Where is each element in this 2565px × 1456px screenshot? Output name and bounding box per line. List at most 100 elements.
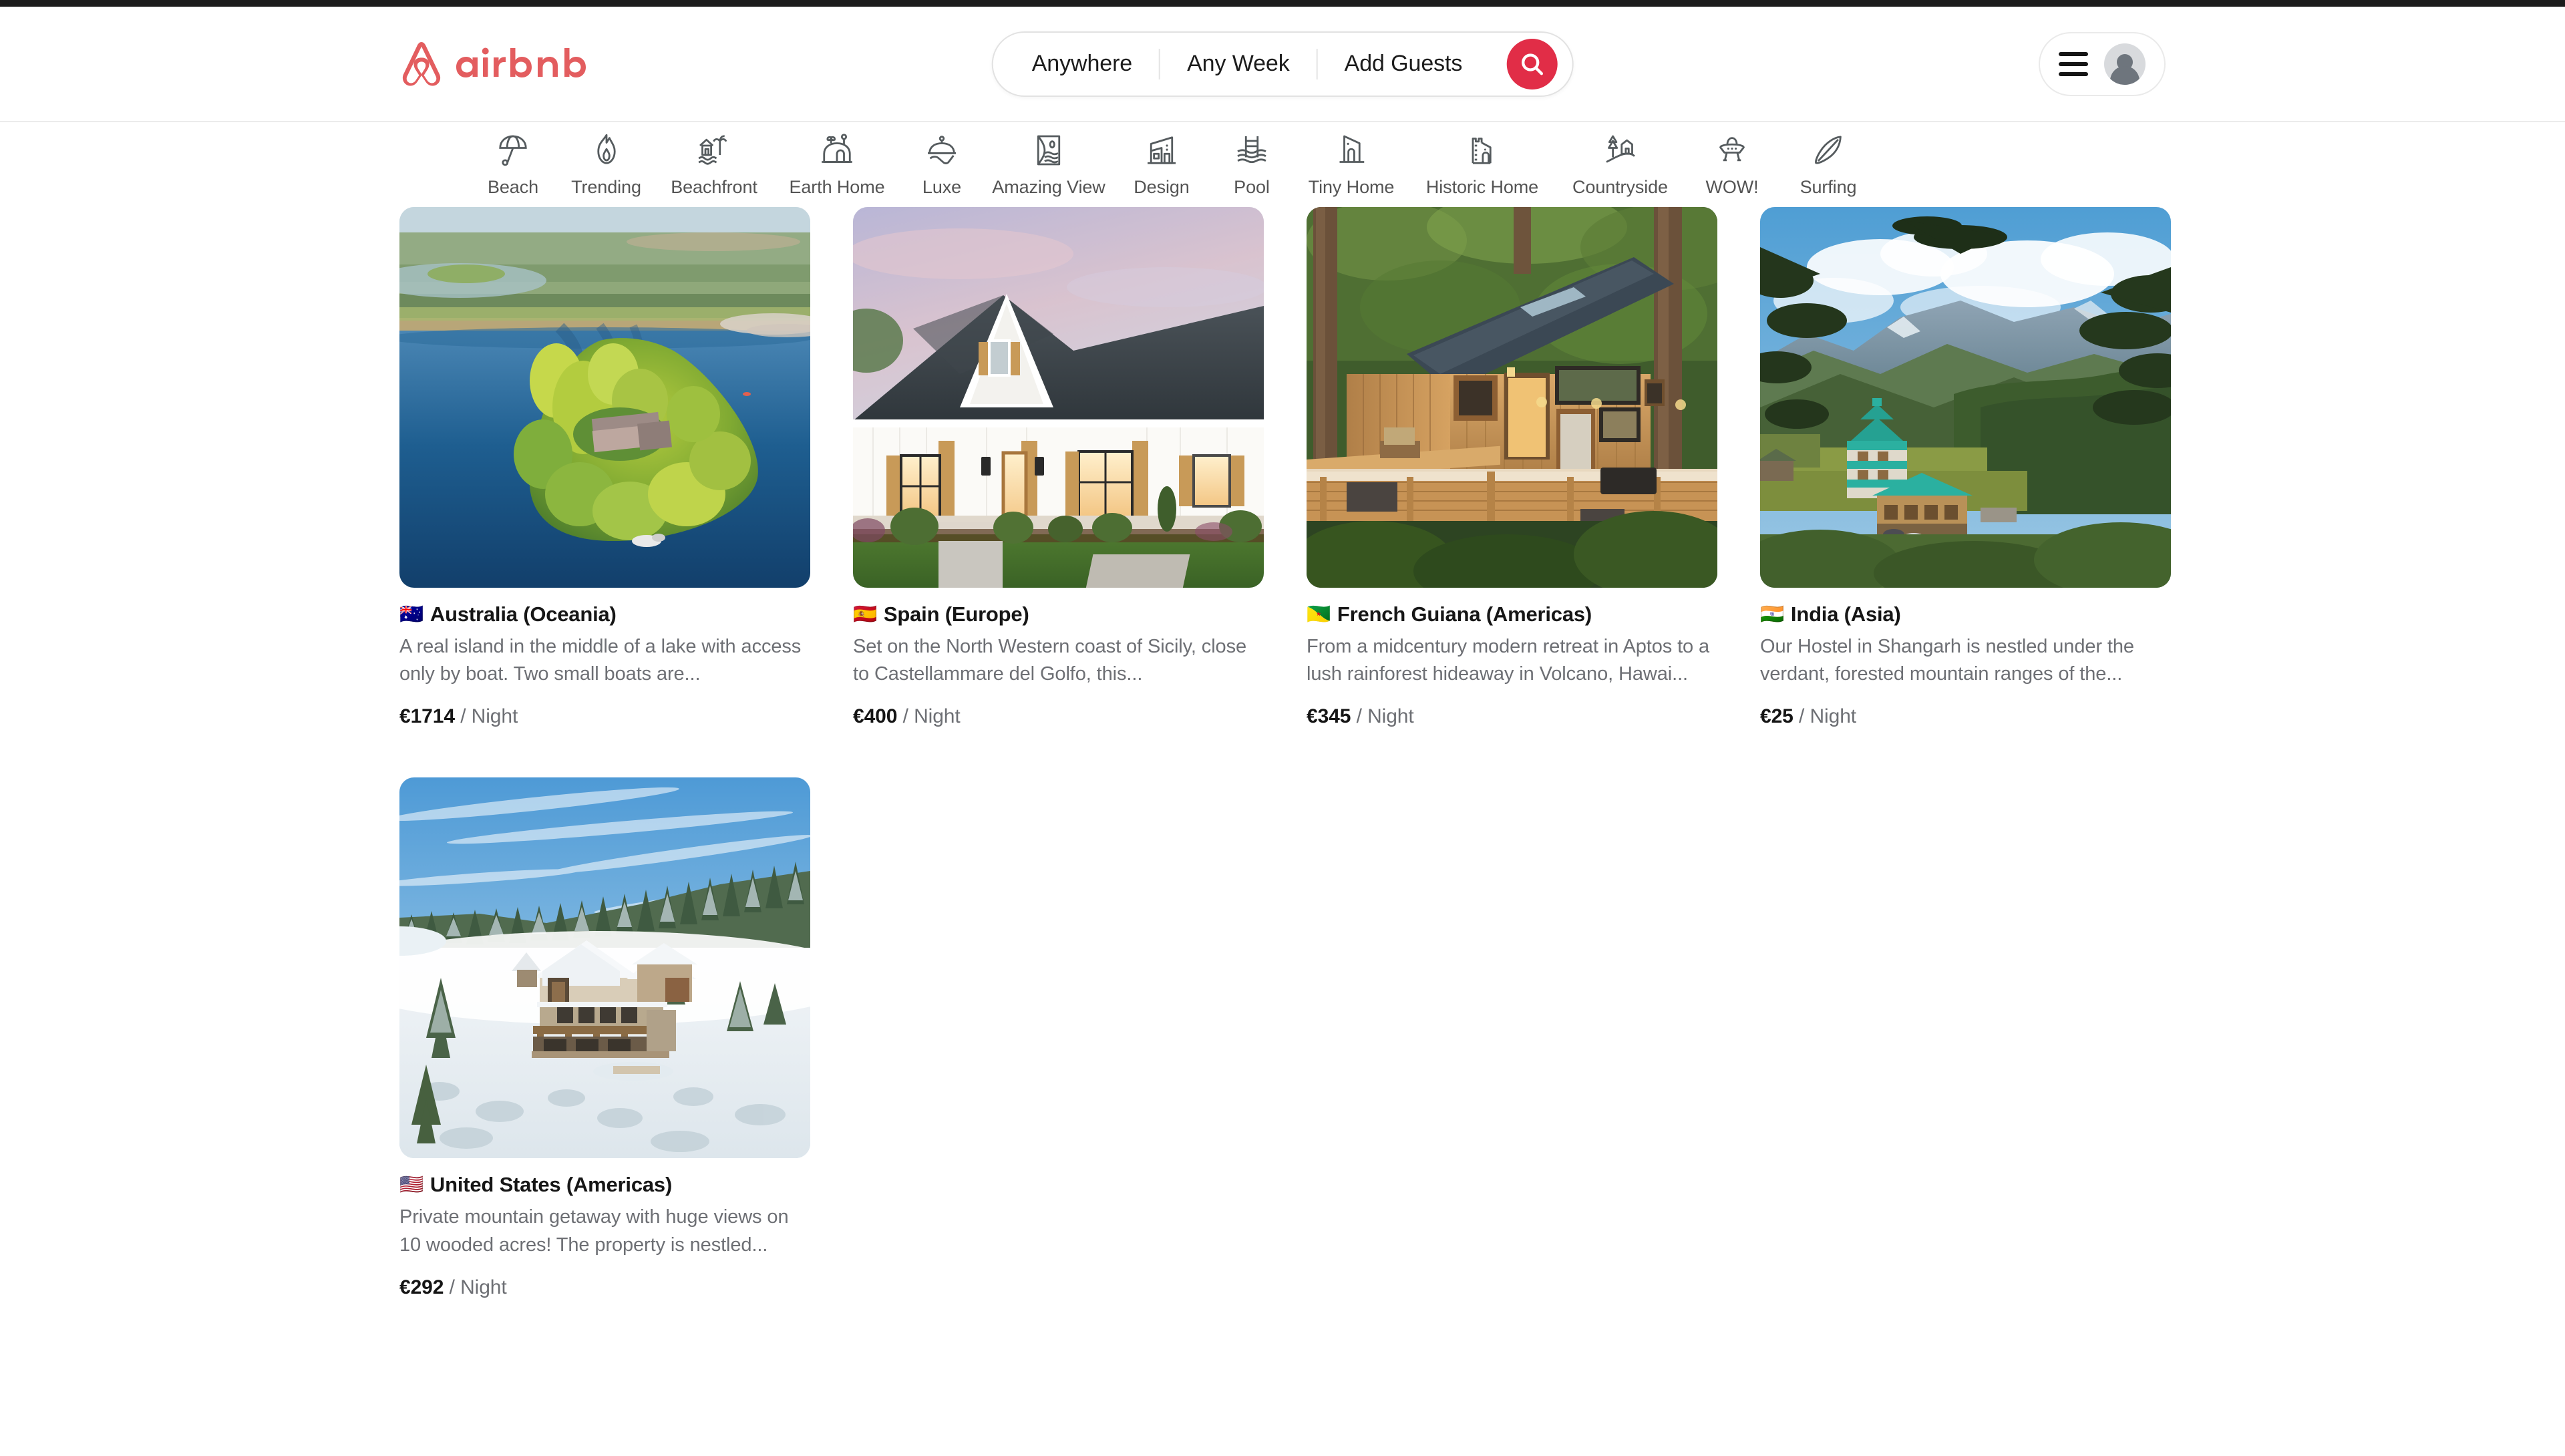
listing-price: €400 / Night: [853, 705, 1264, 728]
category-countryside[interactable]: Countryside: [1556, 129, 1685, 200]
himalayan-hostel-photo: [1760, 207, 2171, 588]
listing-price: €292 / Night: [399, 1276, 810, 1299]
category-label: Trending: [571, 177, 641, 197]
listing-title-text: India (Asia): [1790, 602, 1901, 626]
category-beachfront[interactable]: Beachfront: [654, 129, 774, 200]
category-luxe[interactable]: Luxe: [900, 129, 984, 200]
category-wow[interactable]: WOW!: [1685, 129, 1779, 200]
country-flag: 🇬🇫: [1307, 603, 1331, 625]
country-flag: 🇺🇸: [399, 1173, 423, 1196]
pool-ladder-icon: [1237, 136, 1266, 164]
listing-title: 🇺🇸 United States (Americas): [399, 1173, 810, 1197]
listings-grid: 🇦🇺 Australia (Oceania) A real island in …: [0, 207, 2565, 1299]
listing-card[interactable]: 🇮🇳 India (Asia) Our Hostel in Shangarh i…: [1760, 207, 2171, 728]
country-flag: 🇦🇺: [399, 603, 423, 625]
category-label: Design: [1134, 177, 1190, 197]
listing-price-amount: €345: [1307, 705, 1351, 728]
listing-price-amount: €400: [853, 705, 898, 728]
listing-image[interactable]: [853, 207, 1264, 588]
user-avatar-icon[interactable]: [2104, 43, 2146, 85]
snowy-mountain-cabin-photo: [399, 777, 810, 1159]
aerial-island-lake-photo: [399, 207, 810, 588]
listing-title: 🇮🇳 India (Asia): [1760, 602, 2171, 626]
search-location-segment[interactable]: Anywhere: [993, 51, 1159, 77]
listing-card[interactable]: 🇺🇸 United States (Americas) Private moun…: [399, 777, 810, 1298]
browser-chrome-strip: [0, 0, 2565, 7]
listing-title-text: Spain (Europe): [883, 602, 1029, 626]
site-header: Anywhere Any Week Add Guests: [0, 7, 2565, 122]
listing-price-unit: / Night: [1799, 705, 1857, 728]
listing-image[interactable]: [1307, 207, 1717, 588]
category-tiny-home[interactable]: Tiny Home: [1294, 129, 1409, 200]
country-flag: 🇮🇳: [1760, 603, 1784, 625]
amazing-view-icon: [1037, 135, 1061, 166]
search-bar[interactable]: Anywhere Any Week Add Guests: [991, 31, 1574, 97]
search-icon: [1521, 53, 1543, 75]
listing-description: Set on the North Western coast of Sicily…: [853, 636, 1246, 685]
listing-title: 🇦🇺 Australia (Oceania): [399, 602, 810, 626]
ufo-icon: [1719, 137, 1745, 162]
search-dates-segment[interactable]: Any Week: [1160, 51, 1317, 77]
airbnb-belo-icon: [402, 41, 441, 86]
category-label: WOW!: [1705, 177, 1759, 197]
listing-price-amount: €25: [1760, 705, 1793, 728]
listing-price: €1714 / Night: [399, 705, 810, 728]
listing-title-text: Australia (Oceania): [430, 602, 617, 626]
category-design[interactable]: Design: [1114, 129, 1210, 200]
category-beach[interactable]: Beach: [468, 129, 558, 200]
category-label: Beachfront: [671, 177, 757, 197]
category-earth-home[interactable]: Earth Home: [774, 129, 900, 200]
category-trending[interactable]: Trending: [558, 129, 654, 200]
category-historic-home[interactable]: Historic Home: [1409, 129, 1556, 200]
surfboard-icon: [1815, 136, 1842, 164]
flame-icon: [596, 134, 616, 164]
countryside-icon: [1605, 135, 1635, 163]
earth-home-icon: [822, 134, 852, 163]
beachfront-hut-icon: [698, 135, 727, 165]
airbnb-logo[interactable]: [399, 40, 593, 88]
airbnb-wordmark: [456, 47, 586, 77]
category-label: Countryside: [1572, 177, 1668, 197]
tiny-home-icon: [1339, 135, 1365, 163]
listing-card[interactable]: 🇬🇫 French Guiana (Americas) From a midce…: [1307, 207, 1717, 728]
listing-description: Our Hostel in Shangarh is nestled under …: [1760, 636, 2134, 685]
listing-title-text: United States (Americas): [430, 1173, 673, 1197]
design-building-icon: [1148, 136, 1176, 164]
category-amazing-view[interactable]: Amazing View: [984, 129, 1114, 200]
listing-description: Private mountain getaway with huge views…: [399, 1206, 789, 1256]
wooden-cabin-forest-photo: [1307, 207, 1717, 588]
listing-title-text: French Guiana (Americas): [1337, 602, 1592, 626]
category-label: Pool: [1234, 177, 1270, 197]
category-label: Amazing View: [992, 177, 1105, 197]
listing-card[interactable]: 🇪🇸 Spain (Europe) Set on the North Weste…: [853, 207, 1264, 728]
hamburger-menu-icon[interactable]: [2059, 51, 2088, 76]
category-label: Surfing: [1800, 177, 1857, 197]
listing-price-unit: / Night: [902, 705, 961, 728]
category-label: Beach: [487, 177, 539, 197]
beach-umbrella-icon: [499, 135, 527, 166]
category-label: Tiny Home: [1308, 177, 1395, 197]
listing-price: €345 / Night: [1307, 705, 1717, 728]
listing-price-amount: €292: [399, 1276, 444, 1298]
category-surfing[interactable]: Surfing: [1779, 129, 1877, 200]
listing-price: €25 / Night: [1760, 705, 2171, 728]
user-menu-button[interactable]: [2039, 31, 2166, 96]
category-filter-bar: Beach Trending Beachfront Earth Home Lux…: [0, 122, 2565, 207]
category-label: Luxe: [922, 177, 962, 197]
listing-card[interactable]: 🇦🇺 Australia (Oceania) A real island in …: [399, 207, 810, 728]
castle-icon: [1472, 138, 1492, 164]
listing-price-unit: / Night: [449, 1276, 507, 1298]
category-label: Earth Home: [789, 177, 885, 197]
listing-title: 🇬🇫 French Guiana (Americas): [1307, 602, 1717, 626]
listing-price-unit: / Night: [1356, 705, 1414, 728]
listing-image[interactable]: [1760, 207, 2171, 588]
listing-title: 🇪🇸 Spain (Europe): [853, 602, 1264, 626]
search-submit-button[interactable]: [1506, 38, 1558, 89]
listing-description: From a midcentury modern retreat in Apto…: [1307, 636, 1710, 685]
category-pool[interactable]: Pool: [1210, 129, 1294, 200]
country-flag: 🇪🇸: [853, 603, 877, 625]
listing-image[interactable]: [399, 777, 810, 1159]
search-guests-segment[interactable]: Add Guests: [1318, 51, 1490, 77]
listing-image[interactable]: [399, 207, 810, 588]
luxe-cloche-icon: [928, 136, 956, 164]
